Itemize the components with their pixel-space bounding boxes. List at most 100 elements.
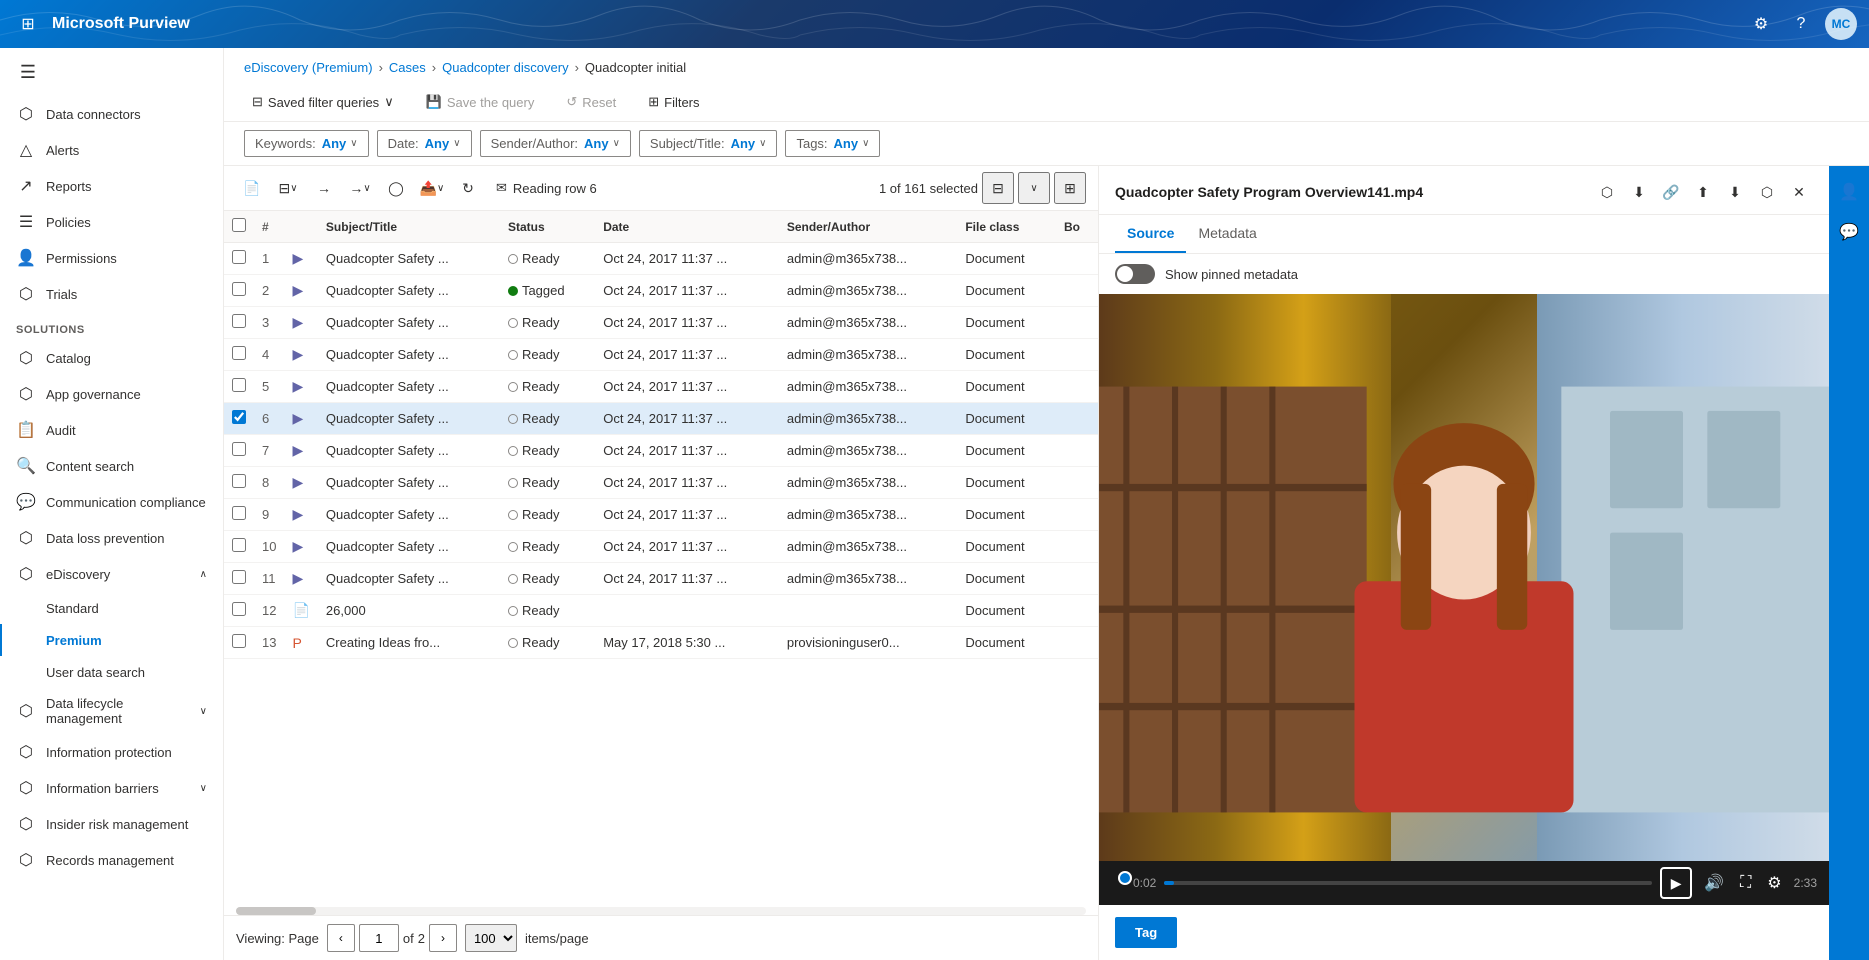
tag-button[interactable]: ◯	[380, 172, 412, 204]
sidebar-toggle[interactable]: ☰	[8, 52, 48, 92]
download-button[interactable]: ⬇	[1625, 178, 1653, 206]
sidebar-item-information-protection[interactable]: ⬡ Information protection	[0, 734, 223, 770]
sidebar-item-data-connectors[interactable]: ⬡ Data connectors	[0, 96, 223, 132]
table-row[interactable]: 4 ▶ Quadcopter Safety ... Ready Oct 24, …	[224, 339, 1098, 371]
sidebar-sub-item-standard[interactable]: Standard	[0, 592, 223, 624]
export-button[interactable]: 📤∨	[416, 172, 448, 204]
breadcrumb-quadcopter-discovery[interactable]: Quadcopter discovery	[442, 60, 568, 75]
sidebar-item-reports[interactable]: ↗ Reports	[0, 168, 223, 204]
table-row[interactable]: 13 P Creating Ideas fro... Ready May 17,…	[224, 627, 1098, 659]
table-row[interactable]: 6 ▶ Quadcopter Safety ... Ready Oct 24, …	[224, 403, 1098, 435]
settings-icon[interactable]: ⚙	[1745, 8, 1777, 40]
view-options-button[interactable]: ⊟	[982, 172, 1014, 204]
sidebar-sub-item-premium[interactable]: Premium	[0, 624, 223, 656]
prev-item-button[interactable]: ⬇	[1721, 178, 1749, 206]
sidebar-item-alerts[interactable]: △ Alerts	[0, 132, 223, 168]
next-page-button[interactable]: ›	[429, 924, 457, 952]
row-checkbox[interactable]	[232, 410, 246, 424]
row-checkbox[interactable]	[232, 314, 246, 328]
scroll-thumb[interactable]	[236, 907, 316, 915]
sidebar-item-policies[interactable]: ☰ Policies	[0, 204, 223, 240]
sidebar-item-data-lifecycle[interactable]: ⬡ Data lifecycle management ∨	[0, 688, 223, 734]
row-checkbox[interactable]	[232, 378, 246, 392]
row-checkbox[interactable]	[232, 346, 246, 360]
tab-metadata[interactable]: Metadata	[1186, 215, 1268, 253]
reset-button[interactable]: ↺ Reset	[558, 89, 624, 115]
horizontal-scrollbar[interactable]	[236, 907, 1086, 915]
refresh-button[interactable]: ↻	[452, 172, 484, 204]
table-row[interactable]: 5 ▶ Quadcopter Safety ... Ready Oct 24, …	[224, 371, 1098, 403]
table-row[interactable]: 1 ▶ Quadcopter Safety ... Ready Oct 24, …	[224, 243, 1098, 275]
row-checkbox[interactable]	[232, 570, 246, 584]
save-query-button[interactable]: 💾 Save the query	[418, 89, 543, 115]
row-checkbox[interactable]	[232, 474, 246, 488]
row-checkbox[interactable]	[232, 538, 246, 552]
table-row[interactable]: 2 ▶ Quadcopter Safety ... Tagged Oct 24,…	[224, 275, 1098, 307]
column-options-button[interactable]: ⊞	[1054, 172, 1086, 204]
table-row[interactable]: 9 ▶ Quadcopter Safety ... Ready Oct 24, …	[224, 499, 1098, 531]
select-all-checkbox[interactable]	[232, 218, 246, 232]
row-checkbox[interactable]	[232, 602, 246, 616]
prev-page-button[interactable]: ‹	[327, 924, 355, 952]
settings-video-button[interactable]: ⚙	[1763, 869, 1785, 897]
sidebar-item-catalog[interactable]: ⬡ Catalog	[0, 340, 223, 376]
right-sidebar-btn-2[interactable]: 💬	[1831, 214, 1867, 250]
filters-button[interactable]: ⊞ Filters	[640, 89, 707, 115]
sidebar-sub-item-user-data-search[interactable]: User data search	[0, 656, 223, 688]
row-checkbox[interactable]	[232, 250, 246, 264]
sidebar-item-audit[interactable]: 📋 Audit	[0, 412, 223, 448]
table-row[interactable]: 10 ▶ Quadcopter Safety ... Ready Oct 24,…	[224, 531, 1098, 563]
subject-filter[interactable]: Subject/Title: Any ∨	[639, 130, 778, 157]
fullscreen-button[interactable]: ⛶	[1736, 870, 1755, 896]
sidebar-item-ediscovery[interactable]: ⬡ eDiscovery ∧	[0, 556, 223, 592]
video-seekbar[interactable]	[1164, 881, 1652, 885]
play-button[interactable]: ▶	[1660, 867, 1692, 899]
breadcrumb-cases[interactable]: Cases	[389, 60, 426, 75]
sidebar-item-records-management[interactable]: ⬡ Records management	[0, 842, 223, 878]
table-row[interactable]: 12 📄 26,000 Ready Document	[224, 595, 1098, 627]
table-row[interactable]: 11 ▶ Quadcopter Safety ... Ready Oct 24,…	[224, 563, 1098, 595]
right-sidebar-btn-1[interactable]: 👤	[1831, 174, 1867, 210]
dropdown-action-button[interactable]: ⊟∨	[272, 172, 304, 204]
sidebar-item-app-governance[interactable]: ⬡ App governance	[0, 376, 223, 412]
volume-button[interactable]: 🔊	[1700, 869, 1728, 897]
expand-button[interactable]: ⬡	[1753, 178, 1781, 206]
page-input[interactable]	[359, 924, 399, 952]
waffle-menu-button[interactable]: ⊞	[12, 8, 44, 40]
sidebar-item-communication-compliance[interactable]: 💬 Communication compliance	[0, 484, 223, 520]
saved-filter-queries-button[interactable]: ⊟ Saved filter queries ∨	[244, 89, 402, 115]
tag-action-button[interactable]: Tag	[1115, 917, 1177, 948]
close-detail-button[interactable]: ✕	[1785, 178, 1813, 206]
sidebar-item-data-loss-prevention[interactable]: ⬡ Data loss prevention	[0, 520, 223, 556]
move-button[interactable]: →	[308, 172, 340, 204]
table-row[interactable]: 7 ▶ Quadcopter Safety ... Ready Oct 24, …	[224, 435, 1098, 467]
tags-filter[interactable]: Tags: Any ∨	[785, 130, 880, 157]
sender-filter[interactable]: Sender/Author: Any ∨	[480, 130, 631, 157]
external-link-button[interactable]: ⬡	[1593, 178, 1621, 206]
sidebar-item-information-barriers[interactable]: ⬡ Information barriers ∨	[0, 770, 223, 806]
table-row[interactable]: 3 ▶ Quadcopter Safety ... Ready Oct 24, …	[224, 307, 1098, 339]
move-dropdown-button[interactable]: →∨	[344, 172, 376, 204]
sidebar-item-trials[interactable]: ⬡ Trials	[0, 276, 223, 312]
upload-button[interactable]: ⬆	[1689, 178, 1717, 206]
row-checkbox[interactable]	[232, 506, 246, 520]
tab-source[interactable]: Source	[1115, 215, 1186, 253]
items-per-page-select[interactable]: 100 50 25	[465, 924, 517, 952]
view-toggle-button[interactable]: ∨	[1018, 172, 1050, 204]
sidebar-item-permissions[interactable]: 👤 Permissions	[0, 240, 223, 276]
date-filter[interactable]: Date: Any ∨	[377, 130, 472, 157]
breadcrumb-ediscovery[interactable]: eDiscovery (Premium)	[244, 60, 373, 75]
keywords-filter[interactable]: Keywords: Any ∨	[244, 130, 369, 157]
video-seek-handle[interactable]	[1118, 871, 1132, 885]
pinned-metadata-toggle[interactable]	[1115, 264, 1155, 284]
sidebar-item-content-search[interactable]: 🔍 Content search	[0, 448, 223, 484]
add-tag-button[interactable]: 📄	[236, 172, 268, 204]
avatar[interactable]: MC	[1825, 8, 1857, 40]
table-row[interactable]: 8 ▶ Quadcopter Safety ... Ready Oct 24, …	[224, 467, 1098, 499]
row-checkbox[interactable]	[232, 442, 246, 456]
row-checkbox[interactable]	[232, 282, 246, 296]
help-icon[interactable]: ?	[1785, 8, 1817, 40]
sidebar-item-insider-risk[interactable]: ⬡ Insider risk management	[0, 806, 223, 842]
copy-link-button[interactable]: 🔗	[1657, 178, 1685, 206]
row-checkbox[interactable]	[232, 634, 246, 648]
